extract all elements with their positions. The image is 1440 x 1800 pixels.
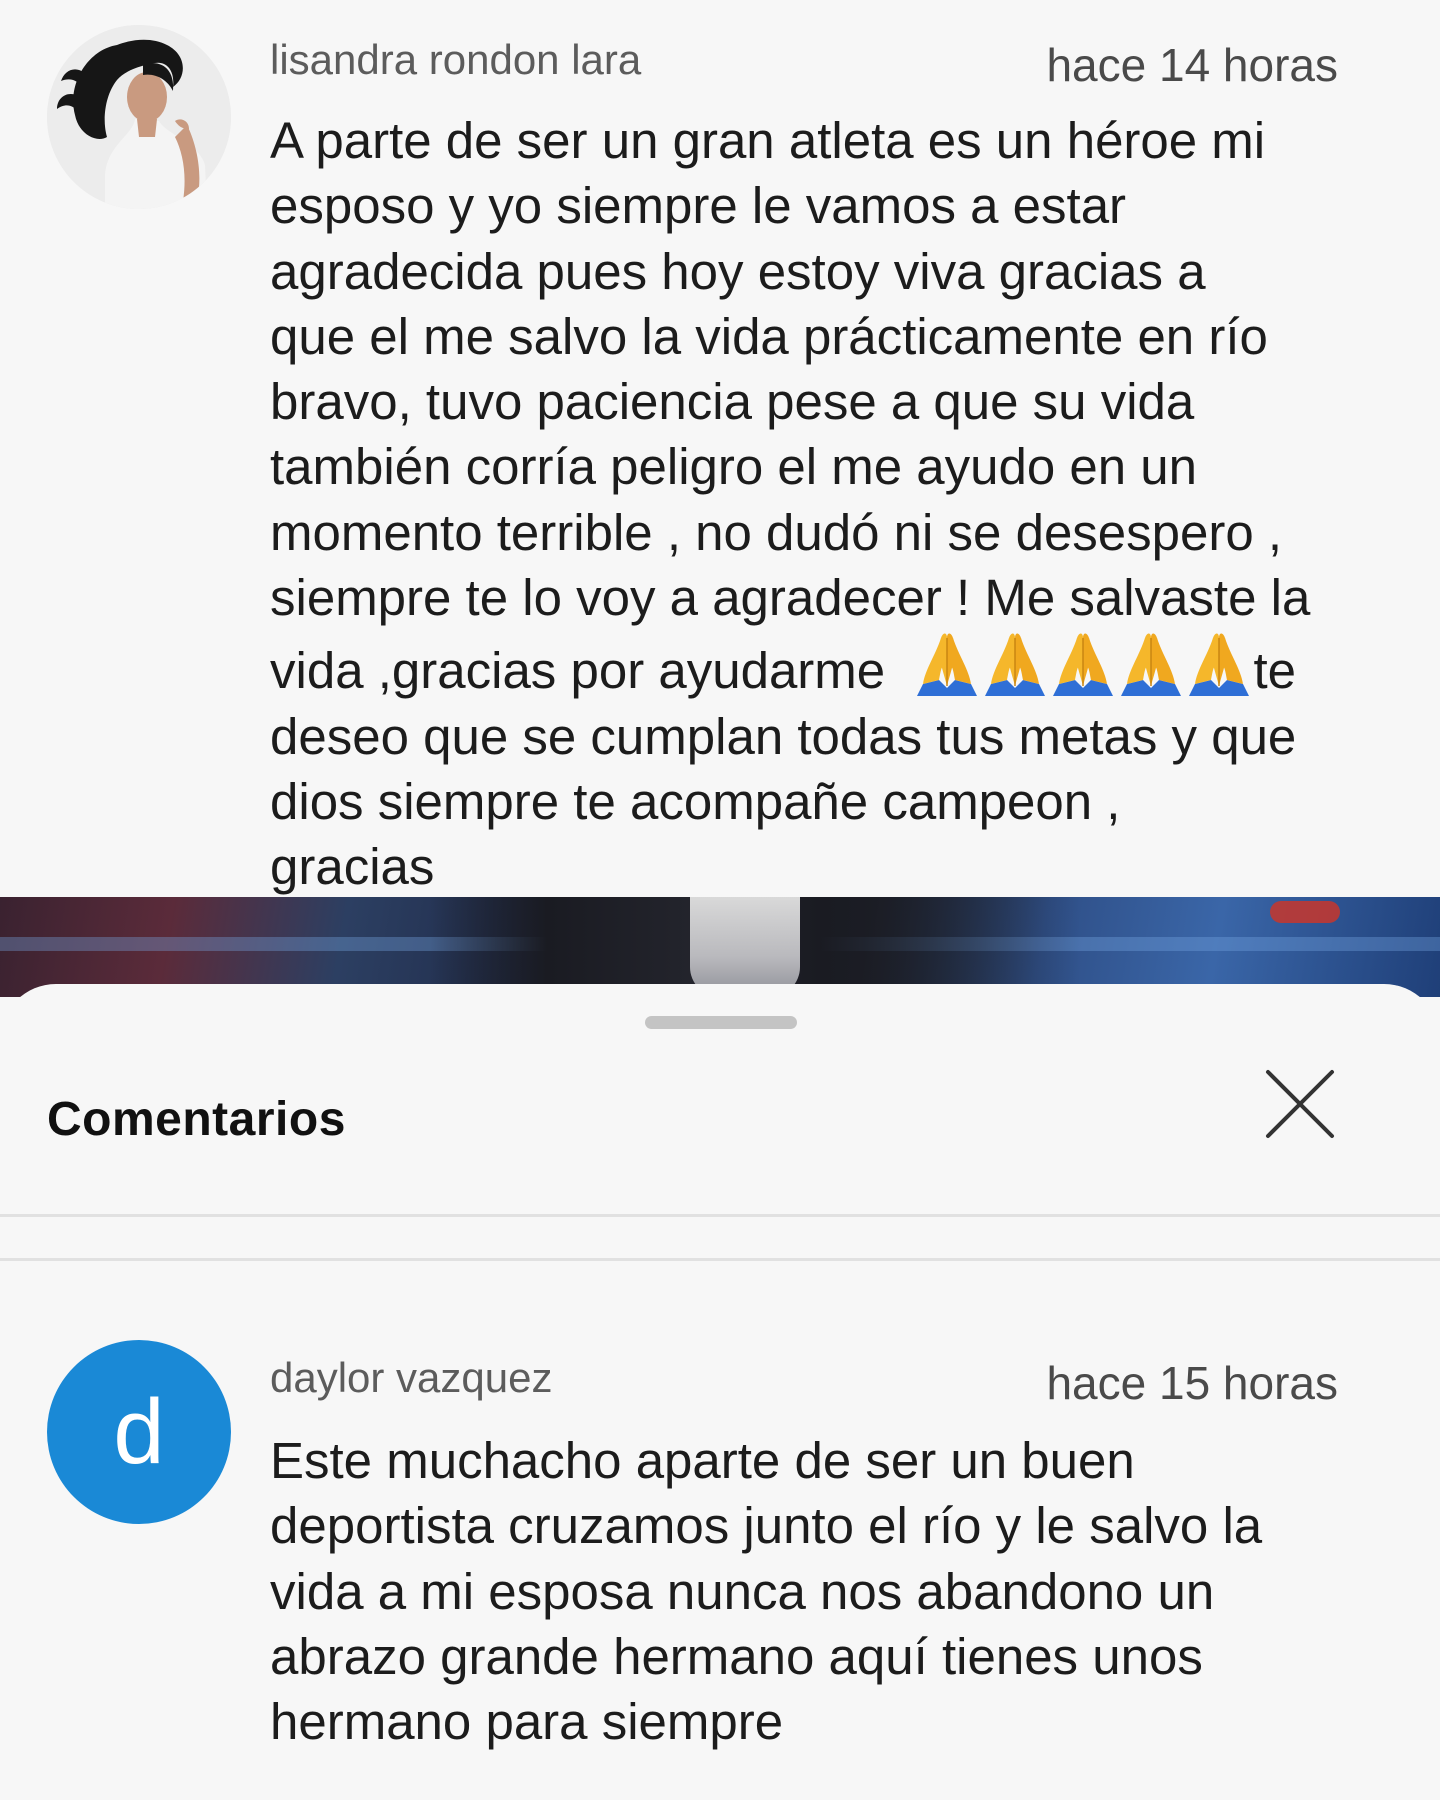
comment-text-line: agradecida pues hoy estoy viva gracias a — [270, 242, 1206, 300]
praying-hands-icon — [917, 633, 978, 697]
video-person-shirt — [690, 897, 800, 997]
comments-screen: lisandra rondon lara hace 14 horas A par… — [0, 0, 1440, 1800]
drag-handle[interactable] — [645, 1016, 797, 1029]
close-button[interactable] — [1264, 1068, 1336, 1140]
comment-text-line: deportista cruzamos junto el río y le sa… — [270, 1497, 1263, 1555]
comment-text: A parte de ser un gran atleta es un héro… — [270, 108, 1360, 900]
avatar[interactable] — [47, 25, 231, 209]
praying-hands-icon — [1189, 633, 1250, 697]
comment-text-line: Este muchacho aparte de ser un buen — [270, 1432, 1135, 1489]
comment-text-line-emoji: vida ,gracias por ayudarme te — [270, 630, 1360, 703]
praying-hands-icon — [1053, 633, 1114, 697]
video-background — [0, 897, 1440, 997]
comment-text-line: gracias — [270, 838, 435, 896]
comment-author[interactable]: lisandra rondon lara — [270, 36, 641, 84]
comment-text-line: bravo, tuvo paciencia pese a que su vida — [270, 373, 1195, 431]
comment-item: d daylor vazquez hace 15 horas Este much… — [0, 1300, 1440, 1800]
comment-text-line: deseo que se cumplan todas tus metas y q… — [270, 707, 1297, 765]
comment-text-line: momento terrible , no dudó ni se desespe… — [270, 503, 1283, 561]
comment-text-line: esposo y yo siempre le vamos a estar — [270, 177, 1127, 235]
comment-text-line: A parte de ser un gran atleta es un héro… — [270, 112, 1266, 169]
comment-item: lisandra rondon lara hace 14 horas A par… — [0, 0, 1440, 897]
divider — [0, 1258, 1440, 1261]
praying-hands-emoji-group — [913, 633, 1253, 699]
sheet-title: Comentarios — [47, 1093, 346, 1146]
comment-text-segment: te — [1253, 642, 1297, 700]
comment-text: Este muchacho aparte de ser un buen depo… — [270, 1428, 1360, 1754]
comment-text-line: dios siempre te acompañe campeon , — [270, 772, 1121, 830]
praying-hands-icon — [1121, 633, 1182, 697]
comment-text-line: siempre te lo voy a agradecer ! Me salva… — [270, 569, 1311, 627]
avatar[interactable]: d — [47, 1340, 231, 1524]
comment-text-line: que el me salvo la vida prácticamente en… — [270, 307, 1268, 365]
comment-text-line: hermano para siempre — [270, 1693, 784, 1751]
video-red-light — [1270, 901, 1340, 923]
comment-text-line: abrazo grande hermano aquí tienes unos — [270, 1627, 1203, 1685]
comment-text-line: también corría peligro el me ayudo en un — [270, 438, 1198, 496]
close-icon — [1266, 1070, 1334, 1138]
comment-time: hace 14 horas — [1046, 39, 1338, 91]
comment-author[interactable]: daylor vazquez — [270, 1354, 553, 1402]
comment-time: hace 15 horas — [1046, 1357, 1338, 1409]
avatar-letter: d — [113, 1381, 165, 1483]
avatar-photo — [47, 25, 231, 209]
divider — [0, 1214, 1440, 1217]
comment-text-segment: vida ,gracias por ayudarme — [270, 642, 914, 700]
comment-text-line: vida a mi esposa nunca nos abandono un — [270, 1562, 1215, 1620]
praying-hands-icon — [985, 633, 1046, 697]
